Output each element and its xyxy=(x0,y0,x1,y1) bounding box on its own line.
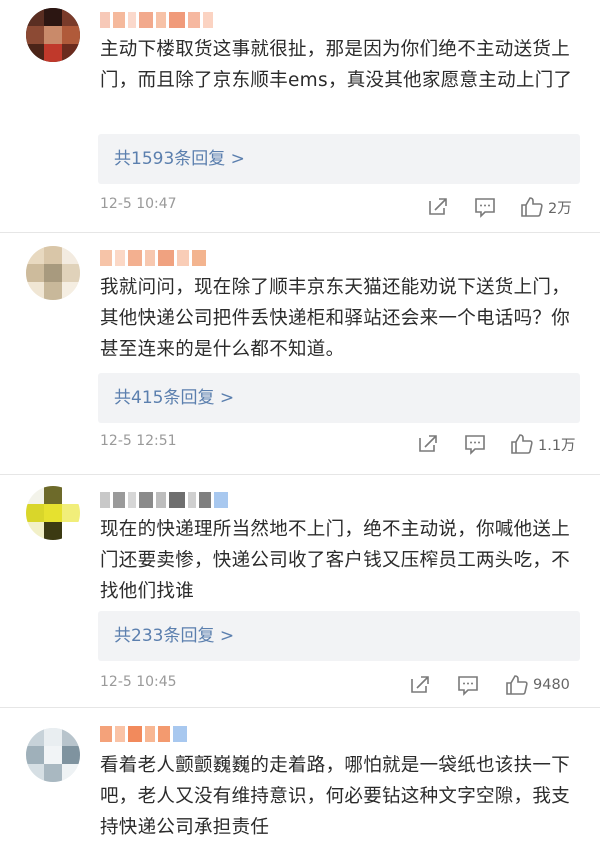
comment-text: 主动下楼取货这事就很扯，那是因为你们绝不主动送货上门，而且除了京东顺丰ems，真… xyxy=(100,39,573,91)
username-blurred[interactable] xyxy=(100,8,213,32)
username-blurred[interactable] xyxy=(100,722,187,746)
share-icon[interactable] xyxy=(409,671,431,699)
replies-link[interactable]: 共1593条回复 > xyxy=(98,134,580,184)
divider xyxy=(0,232,600,233)
avatar[interactable] xyxy=(26,728,80,782)
like-button[interactable]: 9480 xyxy=(505,671,570,699)
comment-meta: 12-5 12:51 1.1万 xyxy=(100,430,590,458)
comment-item: 看着老人颤颤巍巍的走着路，哪怕就是一袋纸也该扶一下吧，老人又没有维持意识，何必要… xyxy=(0,714,600,843)
comment-item: 现在的快递理所当然地不上门，绝不主动说，你喊他送上门还要卖惨，快递公司收了客户钱… xyxy=(0,480,600,706)
like-count: 9480 xyxy=(533,677,570,693)
like-button[interactable]: 2万 xyxy=(520,193,572,221)
avatar[interactable] xyxy=(26,8,80,62)
comment-text: 看着老人颤颤巍巍的走着路，哪怕就是一袋纸也该扶一下吧，老人又没有维持意识，何必要… xyxy=(100,755,571,838)
like-count: 2万 xyxy=(548,200,572,217)
share-icon[interactable] xyxy=(427,193,449,221)
comment-text: 我就问问，现在除了顺丰京东天猫还能劝说下送货上门，其他快递公司把件丢快递柜和驿站… xyxy=(100,277,571,360)
thumbs-up-icon xyxy=(521,197,543,217)
share-icon[interactable] xyxy=(417,430,439,458)
thumbs-up-icon xyxy=(511,434,533,454)
comment-icon[interactable] xyxy=(457,671,479,699)
comment-text: 现在的快递理所当然地不上门，绝不主动说，你喊他送上门还要卖惨，快递公司收了客户钱… xyxy=(100,519,571,602)
timestamp: 12-5 10:47 xyxy=(100,196,177,212)
comment-meta: 12-5 10:45 9480 xyxy=(100,671,590,699)
comment-meta: 12-5 10:47 2万 xyxy=(100,193,590,221)
comment-icon[interactable] xyxy=(464,430,486,458)
comment-icon[interactable] xyxy=(474,193,496,221)
comment-item: 主动下楼取货这事就很扯，那是因为你们绝不主动送货上门，而且除了京东顺丰ems，真… xyxy=(0,0,600,232)
like-button[interactable]: 1.1万 xyxy=(510,430,576,458)
timestamp: 12-5 12:51 xyxy=(100,433,177,449)
divider xyxy=(0,707,600,708)
replies-link[interactable]: 共233条回复 > xyxy=(98,611,580,661)
comment-item: 我就问问，现在除了顺丰京东天猫还能劝说下送货上门，其他快递公司把件丢快递柜和驿站… xyxy=(0,240,600,474)
like-count: 1.1万 xyxy=(538,437,576,454)
avatar[interactable] xyxy=(26,246,80,300)
username-blurred[interactable] xyxy=(100,488,228,512)
timestamp: 12-5 10:45 xyxy=(100,674,177,690)
divider xyxy=(0,474,600,475)
replies-link[interactable]: 共415条回复 > xyxy=(98,373,580,423)
thumbs-up-icon xyxy=(506,675,528,695)
avatar[interactable] xyxy=(26,486,80,540)
username-blurred[interactable] xyxy=(100,246,206,270)
